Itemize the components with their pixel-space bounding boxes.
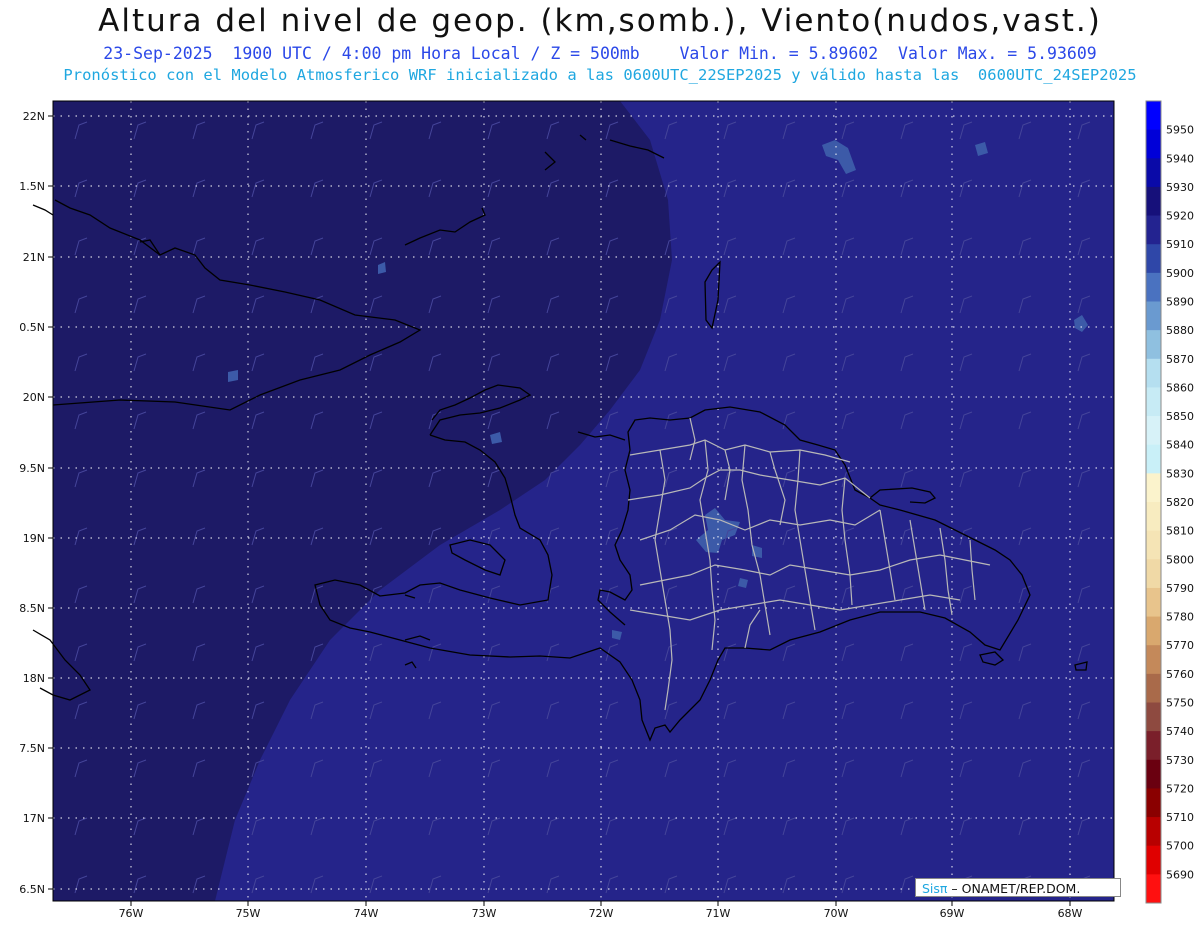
credit-agency: – ONAMET/REP.DOM. <box>947 881 1081 896</box>
colorbar-swatch <box>1146 186 1161 217</box>
colorbar-swatch <box>1146 559 1161 589</box>
colorbar-swatch <box>1146 444 1161 474</box>
colorbar-label: 5830 <box>1166 467 1194 480</box>
colorbar-swatch <box>1146 530 1161 560</box>
map-canvas: 76W 75W 74W 73W 72W 71W 70W 69W 68W 22N … <box>19 100 1194 920</box>
colorbar-label: 5790 <box>1166 582 1194 595</box>
colorbar-label: 5760 <box>1166 668 1194 681</box>
colorbar-label: 5870 <box>1166 353 1194 366</box>
colorbar-swatch <box>1146 731 1161 761</box>
lat-label: 22N <box>23 110 45 123</box>
lon-label: 69W <box>940 907 965 920</box>
lat-label: 1.5N <box>19 180 45 193</box>
colorbar-label: 5880 <box>1166 324 1194 337</box>
colorbar-label: 5720 <box>1166 782 1194 795</box>
colorbar-label: 5820 <box>1166 496 1194 509</box>
colorbar-label: 5910 <box>1166 238 1194 251</box>
colorbar-swatch <box>1146 301 1161 331</box>
lat-label: 20N <box>23 391 45 404</box>
colorbar-label: 5740 <box>1166 725 1194 738</box>
lat-label: 17N <box>23 812 45 825</box>
colorbar-swatch <box>1146 330 1161 360</box>
colorbar-label: 5940 <box>1166 152 1194 165</box>
colorbar-swatch <box>1146 387 1161 417</box>
lon-label: 72W <box>589 907 614 920</box>
lat-label: 7.5N <box>19 742 45 755</box>
colorbar-label: 5780 <box>1166 611 1194 624</box>
colorbar-swatch <box>1146 759 1161 789</box>
lat-label: 9.5N <box>19 462 45 475</box>
colorbar-swatch <box>1146 702 1161 732</box>
lon-label: 74W <box>354 907 379 920</box>
colorbar-label: 5900 <box>1166 267 1194 280</box>
latitude-labels: 22N 1.5N 21N 0.5N 20N 9.5N 19N 8.5N 18N … <box>19 110 45 896</box>
colorbar-label: 5850 <box>1166 410 1194 423</box>
colorbar-swatch <box>1146 874 1161 904</box>
colorbar-swatch <box>1146 845 1161 875</box>
lon-label: 68W <box>1058 907 1083 920</box>
colorbar-label: 5840 <box>1166 439 1194 452</box>
colorbar-swatch <box>1146 158 1161 188</box>
credit-logo-text: Sisπ <box>922 881 948 896</box>
colorbar-swatch <box>1146 616 1161 646</box>
colorbar-swatch <box>1146 587 1161 618</box>
lon-label: 73W <box>472 907 497 920</box>
colorbar-label: 5860 <box>1166 381 1194 394</box>
colorbar-swatch <box>1146 416 1161 446</box>
colorbar-swatch <box>1146 673 1161 703</box>
colorbar-swatch <box>1146 215 1161 245</box>
colorbar-label: 5750 <box>1166 697 1194 710</box>
lon-label: 75W <box>236 907 261 920</box>
colorbar-swatch <box>1146 101 1161 131</box>
colorbar-swatch <box>1146 358 1161 388</box>
lat-label: 19N <box>23 532 45 545</box>
colorbar-label: 5700 <box>1166 840 1194 853</box>
colorbar-swatch <box>1146 244 1161 274</box>
colorbar-swatch <box>1146 129 1161 159</box>
colorbar-label: 5710 <box>1166 811 1194 824</box>
lon-label: 71W <box>706 907 731 920</box>
lat-label: 21N <box>23 251 45 264</box>
lat-label: 8.5N <box>19 602 45 615</box>
colorbar-swatch <box>1146 502 1161 532</box>
lat-label: 18N <box>23 672 45 685</box>
colorbar-label: 5890 <box>1166 296 1194 309</box>
colorbar-swatch <box>1146 788 1161 818</box>
colorbar: 5950 5940 5930 5920 5910 5900 5890 5880 5870 5860… <box>1145 100 1194 904</box>
credit-box: Sisπ – ONAMET/REP.DOM. <box>915 878 1121 897</box>
colorbar-label: 5920 <box>1166 210 1194 223</box>
colorbar-label: 5800 <box>1166 553 1194 566</box>
lon-label: 76W <box>119 907 144 920</box>
colorbar-label: 5810 <box>1166 525 1194 538</box>
longitude-labels: 76W 75W 74W 73W 72W 71W 70W 69W 68W <box>119 907 1083 920</box>
colorbar-label: 5730 <box>1166 754 1194 767</box>
colorbar-swatch <box>1146 817 1161 847</box>
lat-label: 0.5N <box>19 321 45 334</box>
colorbar-label: 5950 <box>1166 124 1194 137</box>
lat-label: 6.5N <box>19 883 45 896</box>
colorbar-swatch <box>1146 645 1161 675</box>
colorbar-swatch <box>1146 473 1161 503</box>
colorbar-label: 5770 <box>1166 639 1194 652</box>
lon-label: 70W <box>824 907 849 920</box>
colorbar-label: 5690 <box>1166 868 1194 881</box>
colorbar-swatch <box>1146 272 1161 302</box>
colorbar-label: 5930 <box>1166 181 1194 194</box>
